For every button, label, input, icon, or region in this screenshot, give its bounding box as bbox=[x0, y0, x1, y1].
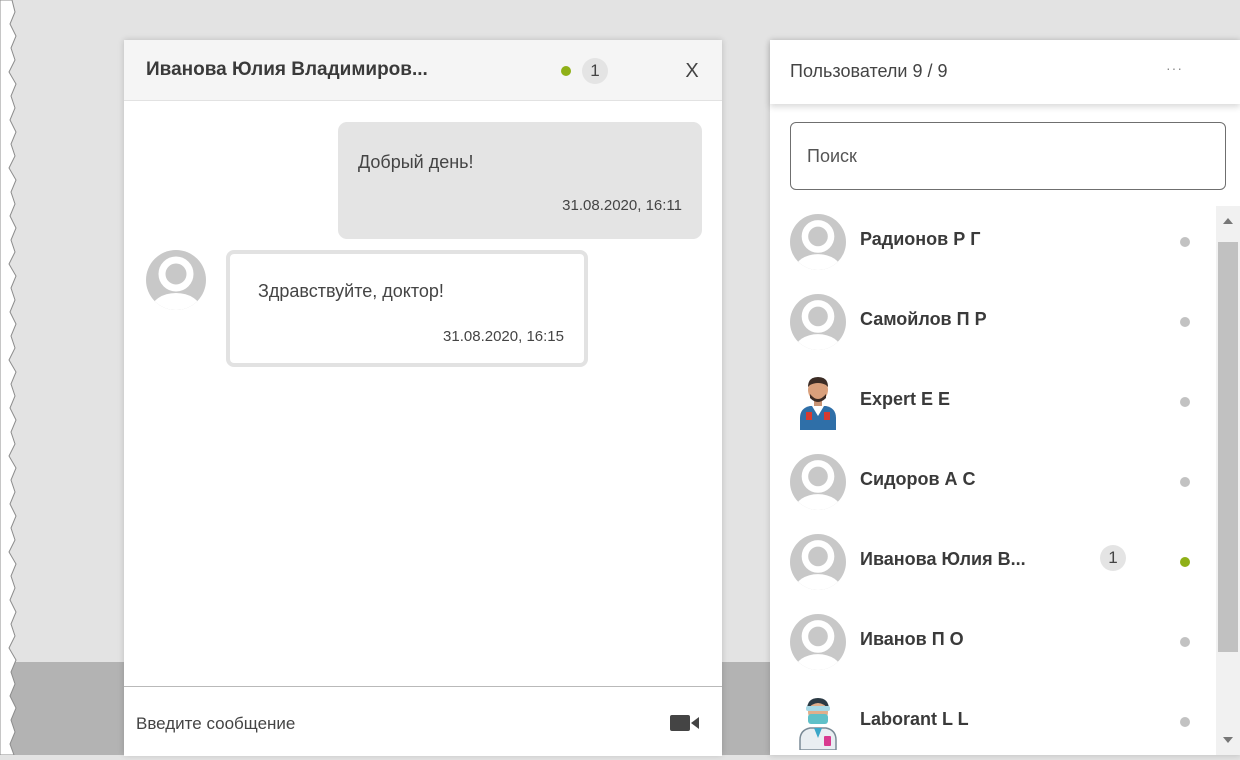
scroll-up-arrow-icon[interactable] bbox=[1216, 206, 1240, 236]
user-row[interactable]: Laborant L L bbox=[770, 686, 1216, 755]
search-input[interactable] bbox=[790, 122, 1226, 190]
user-row[interactable]: Иванов П О bbox=[770, 606, 1216, 686]
users-header: Пользователи 9 / 9 ··· bbox=[770, 40, 1240, 104]
scrollbar-thumb[interactable] bbox=[1218, 242, 1238, 652]
users-title: Пользователи 9 / 9 bbox=[790, 61, 948, 81]
more-options-button[interactable]: ··· bbox=[1166, 60, 1183, 76]
default-avatar-icon bbox=[790, 214, 846, 270]
unread-badge: 1 bbox=[582, 58, 608, 84]
user-row[interactable]: Самойлов П Р bbox=[770, 286, 1216, 366]
offline-status-dot bbox=[1180, 717, 1190, 727]
message-composer bbox=[124, 686, 722, 756]
sender-avatar-icon bbox=[146, 250, 206, 310]
scroll-down-arrow-icon[interactable] bbox=[1216, 725, 1240, 755]
torn-edge-decoration bbox=[0, 0, 17, 755]
user-name: Иванова Юлия В... bbox=[860, 549, 1026, 569]
incoming-message: Здравствуйте, доктор! 31.08.2020, 16:15 bbox=[226, 250, 588, 367]
laborant-avatar-icon bbox=[790, 694, 846, 750]
user-row[interactable]: Иванова Юлия В... 1 bbox=[770, 526, 1216, 606]
default-avatar-icon bbox=[790, 534, 846, 590]
user-name: Радионов Р Г bbox=[860, 229, 981, 249]
message-timestamp: 31.08.2020, 16:15 bbox=[443, 328, 564, 345]
user-row[interactable]: Expert E E bbox=[770, 366, 1216, 446]
user-list: Радионов Р Г Самойлов П Р Expert E E Сид… bbox=[770, 206, 1216, 755]
offline-status-dot bbox=[1180, 237, 1190, 247]
offline-status-dot bbox=[1180, 477, 1190, 487]
doctor-avatar-icon bbox=[790, 374, 846, 430]
message-input[interactable] bbox=[136, 709, 636, 739]
user-name: Сидоров А С bbox=[860, 469, 976, 489]
online-status-dot bbox=[561, 66, 571, 76]
outgoing-message: Добрый день! 31.08.2020, 16:11 bbox=[338, 122, 702, 239]
offline-status-dot bbox=[1180, 397, 1190, 407]
chat-window: Иванова Юлия Владимиров... 1 X Добрый де… bbox=[124, 40, 722, 756]
online-status-dot bbox=[1180, 557, 1190, 567]
user-name: Expert E E bbox=[860, 389, 951, 409]
message-text: Здравствуйте, доктор! bbox=[258, 281, 444, 301]
user-row[interactable]: Сидоров А С bbox=[770, 446, 1216, 526]
message-text: Добрый день! bbox=[358, 152, 474, 172]
default-avatar-icon bbox=[790, 614, 846, 670]
video-camera-icon[interactable] bbox=[670, 714, 700, 732]
unread-badge: 1 bbox=[1100, 545, 1126, 571]
message-timestamp: 31.08.2020, 16:11 bbox=[562, 197, 682, 214]
default-avatar-icon bbox=[790, 294, 846, 350]
user-list-scrollbar[interactable] bbox=[1216, 206, 1240, 755]
offline-status-dot bbox=[1180, 637, 1190, 647]
user-name: Laborant L L bbox=[860, 709, 969, 729]
user-name: Самойлов П Р bbox=[860, 309, 987, 329]
user-row[interactable]: Радионов Р Г bbox=[770, 206, 1216, 286]
close-chat-button[interactable]: X bbox=[679, 58, 705, 84]
user-name: Иванов П О bbox=[860, 629, 964, 649]
chat-header: Иванова Юлия Владимиров... 1 X bbox=[124, 40, 722, 101]
default-avatar-icon bbox=[790, 454, 846, 510]
chat-title: Иванова Юлия Владимиров... bbox=[146, 59, 428, 80]
users-panel: Пользователи 9 / 9 ··· Радионов Р Г Само… bbox=[770, 40, 1240, 755]
offline-status-dot bbox=[1180, 317, 1190, 327]
